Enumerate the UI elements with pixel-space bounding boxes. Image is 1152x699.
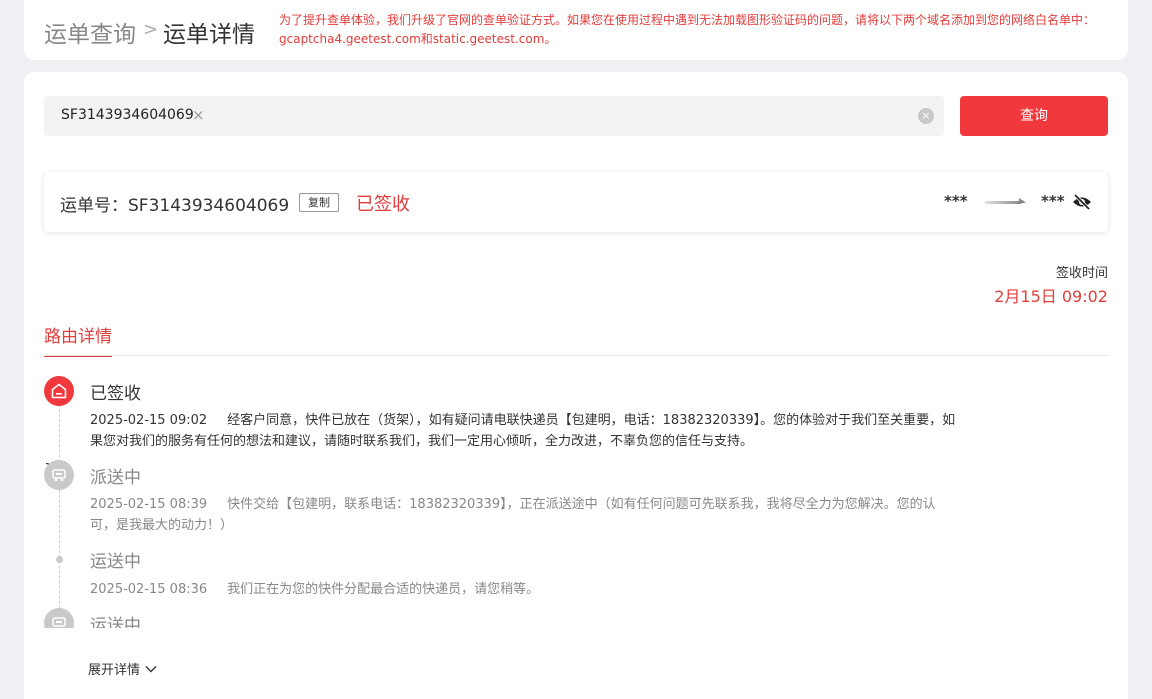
house-icon [44,376,74,406]
search-input[interactable]: SF3143934604069 × × [44,96,944,136]
timeline-text: 经客户同意，快件已放在（货架），如有疑问请电联快递员【包建明，电话：183823… [90,413,956,449]
tag-remove-icon[interactable]: × [192,106,205,124]
waybill-summary: 运单号：SF3143934604069 复制 已签收 *** *** [44,172,1108,232]
courier-icon [44,608,74,628]
route-timeline: 已签收 2025-02-15 09:02 经客户同意，快件已放在（货架），如有疑问… [44,374,1108,628]
timeline-status: 运送中 [90,552,141,572]
timeline-time: 2025-02-15 09:02 [90,413,208,428]
main-card: SF3143934604069 × × 查询 运单号：SF31439346040… [24,72,1128,699]
breadcrumb-waybill-query[interactable]: 运单查询 [44,15,136,49]
route-arrow-icon [985,198,1026,204]
sign-time-label: 签收时间 [1055,266,1108,281]
timeline-detail: 2025-02-15 09:02 经客户同意，快件已放在（货架），如有疑问请电联快… [90,410,960,452]
copy-button[interactable]: 复制 [299,193,339,212]
tab-divider [44,355,1108,356]
search-tag-value: SF3143934604069 [61,107,194,123]
header-card: 运单查询 > 运单详情 为了提升查单体验，我们升级了官网的查单验证方式。如果您在… [24,0,1128,60]
expand-details-button[interactable]: 展开详情 [88,659,157,678]
eye-hidden-icon[interactable] [1072,193,1092,211]
chevron-down-icon [145,665,157,672]
timeline-item: 派送中 2025-02-15 08:39 快件交给【包建明，联系电话：183823… [44,460,1108,533]
tab-route-detail[interactable]: 路由详情 [44,322,112,357]
route-destination: *** [1041,192,1065,210]
courier-icon [44,460,74,490]
timeline-text: 我们正在为您的快件分配最合适的快递员，请您稍等。 [227,582,540,597]
timeline-dot [56,556,63,563]
timeline-status: 运送中 [90,616,141,628]
captcha-notice: 为了提升查单体验，我们升级了官网的查单验证方式。如果您在使用过程中遇到无法加载图… [279,13,1096,46]
timeline-status: 已签收 [90,384,141,404]
waybill-status: 已签收 [356,194,410,215]
timeline-time: 2025-02-15 08:39 [90,497,208,512]
timeline-status: 派送中 [90,468,141,488]
sign-time-value: 2月15日 09:02 [994,287,1108,306]
timeline-text: 快件交给【包建明，联系电话：18382320339】，正在派送途中（如有任何问题… [90,497,936,533]
timeline-detail: 2025-02-15 08:39 快件交给【包建明，联系电话：1838232033… [90,494,960,536]
route-origin: *** [944,192,968,210]
breadcrumb-separator: > [143,19,159,40]
query-button[interactable]: 查询 [960,96,1108,136]
waybill-number: 运单号：SF3143934604069 [60,196,290,216]
page-title: 运单详情 [163,22,255,48]
expand-label: 展开详情 [88,663,141,678]
timeline-connector [59,394,60,628]
timeline-time: 2025-02-15 08:36 [90,582,208,597]
clear-icon[interactable]: × [918,108,934,124]
timeline-detail: 2025-02-15 08:36 我们正在为您的快件分配最合适的快递员，请您稍等。 [90,579,960,600]
